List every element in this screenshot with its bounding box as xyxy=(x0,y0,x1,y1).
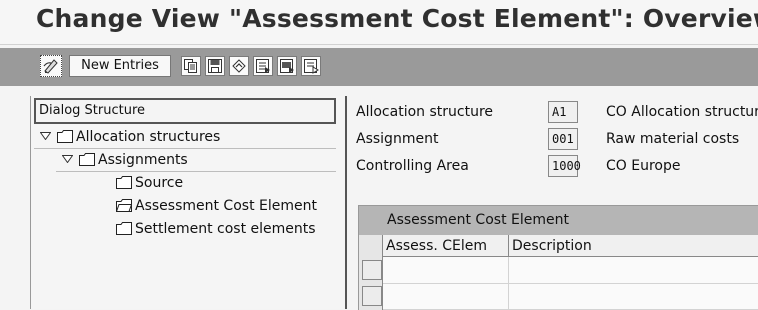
row-selector[interactable] xyxy=(362,260,382,280)
application-toolbar: New Entries xyxy=(0,48,758,86)
title-bar: Change View "Assessment Cost Element": O… xyxy=(0,0,758,45)
table-row[interactable] xyxy=(383,283,758,284)
tree-item-assessment-cost-element[interactable]: Assessment Cost Element xyxy=(116,195,317,217)
allocation-structure-field[interactable]: A1 xyxy=(548,101,578,123)
row-selector[interactable] xyxy=(362,286,382,306)
select-block-icon[interactable] xyxy=(277,56,297,76)
display-change-icon[interactable] xyxy=(40,55,62,77)
controlling-area-description: CO Europe xyxy=(606,158,681,174)
assessment-cost-element-table: Assessment Cost Element Assess. CElem De… xyxy=(358,205,758,310)
undo-icon[interactable] xyxy=(229,56,249,76)
expand-triangle-icon[interactable] xyxy=(62,155,73,163)
page-title: Change View "Assessment Cost Element": O… xyxy=(36,4,758,33)
column-header-assess-celem[interactable]: Assess. CElem xyxy=(383,235,509,257)
folder-icon xyxy=(79,153,95,166)
tree-item-allocation-structures[interactable]: Allocation structures xyxy=(40,126,220,148)
controlling-area-field[interactable]: 1000 xyxy=(548,155,581,177)
assignment-label: Assignment xyxy=(356,131,439,147)
allocation-structure-label: Allocation structure xyxy=(356,104,493,120)
tree-item-label: Settlement cost elements xyxy=(135,221,316,237)
column-header-description[interactable]: Description xyxy=(509,235,758,257)
expand-triangle-icon[interactable] xyxy=(40,132,51,140)
copy-icon[interactable] xyxy=(181,56,201,76)
tree-item-label: Allocation structures xyxy=(76,129,221,145)
tree-item-settlement-cost-elements[interactable]: Settlement cost elements xyxy=(116,218,316,240)
allocation-structure-description: CO Allocation structur xyxy=(606,104,758,120)
dialog-structure-header: Dialog Structure xyxy=(34,98,336,124)
tree-item-assignments[interactable]: Assignments xyxy=(62,149,188,171)
tree-item-label: Assignments xyxy=(98,152,188,168)
new-entries-button[interactable]: New Entries xyxy=(69,55,171,77)
tree-item-label: Assessment Cost Element xyxy=(135,198,317,214)
folder-icon xyxy=(57,130,73,143)
tree-item-source[interactable]: Source xyxy=(116,172,183,194)
save-icon[interactable] xyxy=(205,56,225,76)
open-folder-icon xyxy=(116,199,132,212)
tree-divider xyxy=(56,171,336,172)
select-all-icon[interactable] xyxy=(253,56,273,76)
controlling-area-label: Controlling Area xyxy=(356,158,469,174)
deselect-all-icon[interactable] xyxy=(301,56,321,76)
assignment-field[interactable]: 001 xyxy=(548,128,578,150)
folder-icon xyxy=(116,176,132,189)
table-title: Assessment Cost Element xyxy=(359,206,758,235)
column-divider xyxy=(508,257,509,310)
assignment-description: Raw material costs xyxy=(606,131,740,147)
tree-item-label: Source xyxy=(135,175,184,191)
folder-icon xyxy=(116,222,132,235)
